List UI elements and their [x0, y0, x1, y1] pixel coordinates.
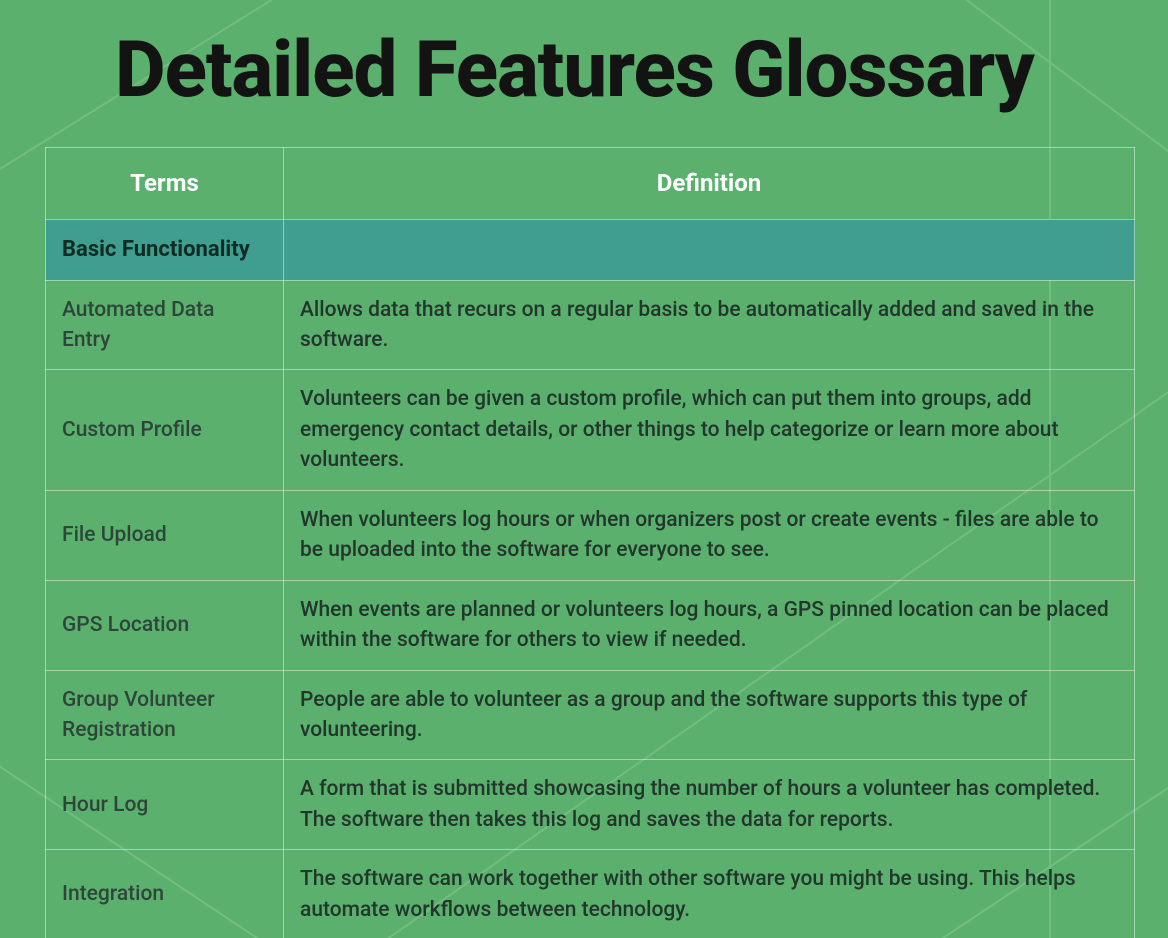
definition-cell: Allows data that recurs on a regular bas…: [284, 280, 1135, 370]
table-row: Custom Profile Volunteers can be given a…: [46, 370, 1135, 490]
term-cell: Integration: [46, 850, 284, 938]
term-cell: Group Volunteer Registration: [46, 670, 284, 760]
definition-cell: When volunteers log hours or when organi…: [284, 490, 1135, 580]
definition-cell: People are able to volunteer as a group …: [284, 670, 1135, 760]
term-cell: Custom Profile: [46, 370, 284, 490]
table-row: GPS Location When events are planned or …: [46, 580, 1135, 670]
section-empty: [284, 219, 1135, 280]
term-cell: File Upload: [46, 490, 284, 580]
table-row: File Upload When volunteers log hours or…: [46, 490, 1135, 580]
table-row: Integration The software can work togeth…: [46, 850, 1135, 938]
header-terms: Terms: [46, 147, 284, 219]
definition-cell: A form that is submitted showcasing the …: [284, 760, 1135, 850]
term-cell: Automated Data Entry: [46, 280, 284, 370]
page-title: Detailed Features Glossary: [115, 30, 1128, 112]
header-definition: Definition: [284, 147, 1135, 219]
term-cell: GPS Location: [46, 580, 284, 670]
table-row: Automated Data Entry Allows data that re…: [46, 280, 1135, 370]
term-cell: Hour Log: [46, 760, 284, 850]
section-row: Basic Functionality: [46, 219, 1135, 280]
definition-cell: Volunteers can be given a custom profile…: [284, 370, 1135, 490]
page-container: Detailed Features Glossary Terms Definit…: [0, 0, 1168, 938]
table-row: Group Volunteer Registration People are …: [46, 670, 1135, 760]
definition-cell: The software can work together with othe…: [284, 850, 1135, 938]
table-header-row: Terms Definition: [46, 147, 1135, 219]
section-label: Basic Functionality: [46, 219, 284, 280]
glossary-table: Terms Definition Basic Functionality Aut…: [45, 147, 1135, 938]
table-row: Hour Log A form that is submitted showca…: [46, 760, 1135, 850]
definition-cell: When events are planned or volunteers lo…: [284, 580, 1135, 670]
